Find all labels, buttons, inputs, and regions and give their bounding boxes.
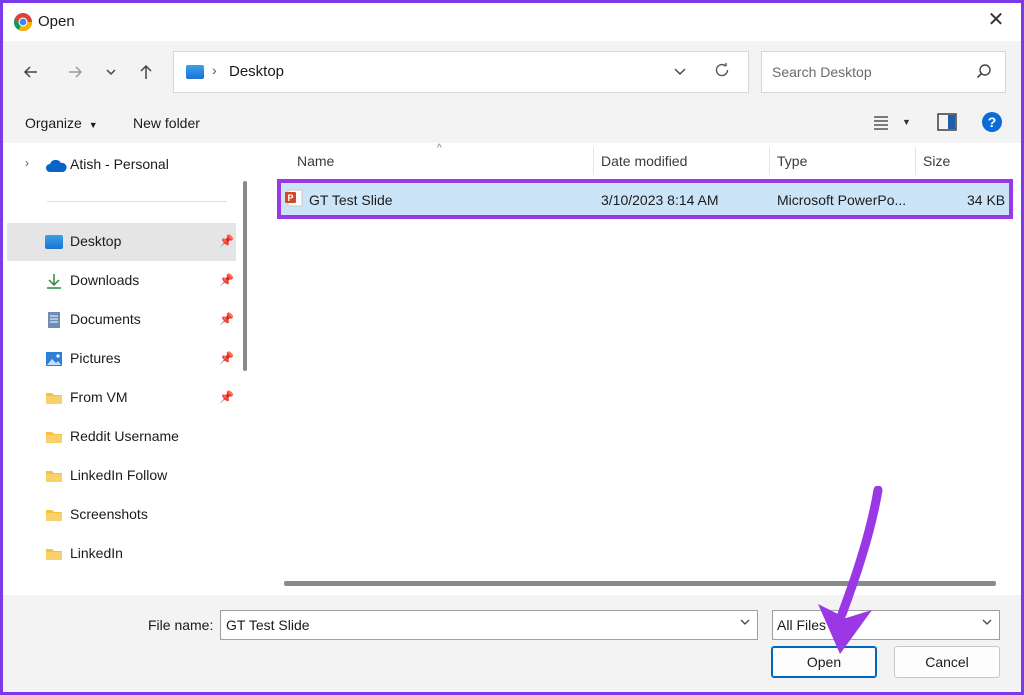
file-type-select[interactable]: All Files (772, 610, 1000, 640)
sidebar-item-pictures[interactable]: Pictures 📌 (7, 340, 236, 378)
folder-icon (46, 471, 62, 482)
folder-icon (46, 432, 62, 443)
navigation-bar: › Desktop (3, 41, 1021, 103)
svg-text:P: P (287, 193, 293, 203)
sidebar-item-label: Downloads (70, 272, 140, 288)
recent-chevron-down-icon[interactable] (99, 62, 123, 84)
powerpoint-file-icon: P (285, 189, 303, 207)
column-divider[interactable] (915, 147, 916, 175)
sidebar-item-screenshots[interactable]: Screenshots (7, 496, 236, 534)
close-icon[interactable]: ✕ (985, 9, 1007, 31)
sort-caret-up-icon: ^ (437, 143, 442, 154)
address-dropdown-icon[interactable] (672, 63, 688, 82)
expand-chevron-icon[interactable]: › (25, 156, 29, 170)
desktop-icon (186, 65, 204, 79)
folder-icon (46, 393, 62, 404)
sidebar-item-label: LinkedIn Follow (70, 467, 168, 483)
navigation-pane: › Atish - Personal Desktop 📌 Downloads 📌… (3, 143, 247, 595)
sidebar-item-downloads[interactable]: Downloads 📌 (7, 262, 236, 300)
forward-arrow-icon[interactable] (63, 62, 87, 84)
file-name-field[interactable] (221, 611, 721, 639)
file-name-cell: GT Test Slide (309, 192, 393, 208)
view-options-caret-icon[interactable]: ▼ (902, 117, 911, 127)
file-date-cell: 3/10/2023 8:14 AM (601, 192, 719, 208)
sidebar-item-label: Desktop (70, 233, 122, 249)
up-arrow-icon[interactable] (134, 62, 158, 84)
open-button[interactable]: Open (771, 646, 877, 678)
folder-icon (46, 510, 62, 521)
open-dialog: Open ✕ › Desktop Search Desktop Organize… (3, 3, 1021, 692)
organize-button[interactable]: Organize ▼ (25, 115, 98, 131)
breadcrumb-chevron-icon: › (212, 62, 217, 78)
dialog-footer: File name: All Files Open Cancel (3, 595, 1021, 692)
sidebar-item-reddit-username[interactable]: Reddit Username (7, 418, 236, 456)
table-row[interactable]: P GT Test Slide 3/10/2023 8:14 AM Micros… (277, 179, 1013, 219)
preview-pane-icon[interactable] (937, 113, 957, 134)
organize-label: Organize (25, 115, 82, 131)
horizontal-scrollbar[interactable] (284, 581, 996, 586)
new-folder-button[interactable]: New folder (133, 115, 200, 131)
desktop-icon (45, 235, 63, 249)
file-size-cell: 34 KB (967, 192, 1006, 208)
sidebar-item-label: Atish - Personal (70, 156, 169, 172)
pin-icon[interactable]: 📌 (219, 273, 234, 287)
address-bar[interactable]: › Desktop (173, 51, 749, 93)
sidebar-item-label: LinkedIn (70, 545, 123, 561)
sidebar-item-label: Reddit Username (70, 428, 179, 444)
search-input[interactable] (762, 52, 962, 92)
sidebar-item-from-vm[interactable]: From VM 📌 (7, 379, 236, 417)
pin-icon[interactable]: 📌 (219, 390, 234, 404)
file-type-value: All Files (777, 617, 827, 633)
back-arrow-icon[interactable] (19, 62, 43, 84)
download-icon (47, 274, 61, 289)
sidebar-item-documents[interactable]: Documents 📌 (7, 301, 236, 339)
title-bar: Open ✕ (3, 3, 1021, 41)
caret-down-icon: ▼ (88, 120, 98, 130)
sidebar-item-label: From VM (70, 389, 128, 405)
chevron-down-icon[interactable] (980, 615, 994, 632)
document-icon (48, 312, 60, 328)
search-icon[interactable] (975, 62, 993, 80)
column-header-size[interactable]: Size (923, 153, 950, 169)
sidebar-item-label: Documents (70, 311, 141, 327)
sidebar-item-label: Screenshots (70, 506, 148, 522)
column-header-type[interactable]: Type (777, 153, 807, 169)
file-list: ^ Name Date modified Type Size P GT Test… (257, 143, 1021, 595)
command-bar: Organize ▼ New folder ▼ ? (3, 103, 1021, 143)
chrome-icon (13, 13, 32, 32)
column-header-date-modified[interactable]: Date modified (601, 153, 687, 169)
help-icon[interactable]: ? (981, 111, 1003, 136)
sidebar-item-onedrive[interactable]: › Atish - Personal (7, 146, 236, 184)
pictures-icon (46, 352, 62, 366)
column-divider[interactable] (769, 147, 770, 175)
sidebar-scrollbar[interactable] (243, 181, 247, 371)
file-name-label: File name: (148, 617, 214, 633)
folder-icon (46, 549, 62, 560)
sidebar-item-linkedin-follow[interactable]: LinkedIn Follow (7, 457, 236, 495)
sidebar-item-label: Pictures (70, 350, 121, 366)
search-box[interactable] (761, 51, 1006, 93)
file-name-combobox[interactable] (220, 610, 758, 640)
onedrive-cloud-icon (46, 159, 67, 172)
pin-icon[interactable]: 📌 (219, 351, 234, 365)
chevron-down-icon[interactable] (738, 615, 752, 632)
cancel-button[interactable]: Cancel (894, 646, 1000, 678)
column-header-name[interactable]: Name (297, 153, 334, 169)
view-list-icon[interactable] (873, 113, 889, 134)
sidebar-divider (47, 201, 227, 202)
window-title: Open (38, 13, 75, 30)
file-type-cell: Microsoft PowerPo... (777, 192, 907, 208)
content-area: › Atish - Personal Desktop 📌 Downloads 📌… (3, 143, 1021, 595)
refresh-icon[interactable] (712, 60, 732, 86)
column-divider[interactable] (593, 147, 594, 175)
svg-text:?: ? (988, 114, 997, 130)
pin-icon[interactable]: 📌 (219, 234, 234, 248)
pin-icon[interactable]: 📌 (219, 312, 234, 326)
sidebar-item-linkedin[interactable]: LinkedIn (7, 535, 236, 573)
address-location: Desktop (229, 63, 285, 80)
sidebar-item-desktop[interactable]: Desktop 📌 (7, 223, 236, 261)
